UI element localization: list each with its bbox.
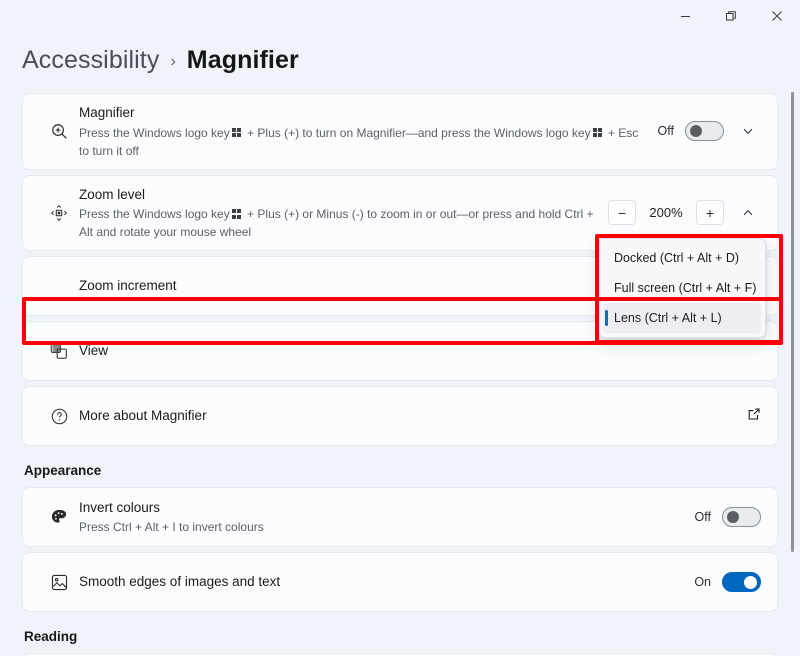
external-link-icon: [747, 407, 761, 426]
settings-content: Magnifier Press the Windows logo key + P…: [0, 93, 800, 656]
section-heading-appearance: Appearance: [24, 463, 778, 478]
view-option-full-screen[interactable]: Full screen (Ctrl + Alt + F): [603, 273, 761, 303]
minimize-button[interactable]: [662, 0, 708, 32]
card-magnifier: Magnifier Press the Windows logo key + P…: [22, 93, 778, 170]
invert-colours-toggle[interactable]: [722, 507, 761, 527]
row-smooth-edges[interactable]: Smooth edges of images and text On: [23, 553, 777, 611]
breadcrumb: Accessibility › Magnifier: [0, 32, 800, 93]
zoom-level-expander-chevron-up-icon[interactable]: [735, 200, 761, 226]
view-option-docked[interactable]: Docked (Ctrl + Alt + D): [603, 243, 761, 273]
magnifier-toggle[interactable]: [685, 121, 724, 141]
zoom-increment-button[interactable]: +: [696, 200, 724, 225]
windows-key-glyph: [232, 128, 242, 138]
row-magnifier-title: Magnifier: [79, 103, 642, 123]
card-invert-colours: Invert colours Press Ctrl + Alt + I to i…: [22, 487, 778, 547]
row-zoom-level-title: Zoom level: [79, 185, 598, 205]
view-option-lens[interactable]: Lens (Ctrl + Alt + L): [603, 303, 761, 333]
zoom-level-icon: [39, 203, 79, 223]
toggle-knob: [690, 125, 702, 137]
palette-icon: [39, 507, 79, 527]
toggle-knob: [727, 511, 739, 523]
smooth-edges-toggle[interactable]: [722, 572, 761, 592]
restore-icon: [725, 10, 737, 22]
close-icon: [771, 10, 783, 22]
title-bar: [0, 0, 800, 32]
magnifier-plus-icon: [39, 122, 79, 141]
row-invert-colours-description: Press Ctrl + Alt + I to invert colours: [79, 518, 639, 536]
close-button[interactable]: [754, 0, 800, 32]
image-icon: [39, 573, 79, 592]
row-invert-colours[interactable]: Invert colours Press Ctrl + Alt + I to i…: [23, 488, 777, 546]
row-more-about-magnifier-title: More about Magnifier: [79, 406, 737, 426]
zoom-decrement-button[interactable]: −: [608, 200, 636, 225]
invert-colours-toggle-label: Off: [689, 510, 711, 524]
card-more-about-magnifier: More about Magnifier: [22, 386, 778, 446]
card-smooth-edges: Smooth edges of images and text On: [22, 552, 778, 612]
help-circle-icon: [39, 407, 79, 426]
view-lens-icon: [39, 341, 79, 361]
smooth-edges-toggle-label: On: [689, 575, 711, 589]
windows-key-glyph: [593, 128, 603, 138]
toggle-knob: [744, 576, 757, 589]
magnifier-expander-chevron-down-icon[interactable]: [735, 118, 761, 144]
page-title: Magnifier: [187, 46, 299, 75]
row-view-title: View: [79, 341, 751, 361]
row-magnifier[interactable]: Magnifier Press the Windows logo key + P…: [23, 94, 777, 169]
section-heading-reading: Reading: [24, 629, 778, 644]
minimize-icon: [680, 11, 691, 22]
windows-key-glyph: [232, 209, 242, 219]
breadcrumb-separator-icon: ›: [170, 50, 175, 71]
row-invert-colours-title: Invert colours: [79, 498, 679, 518]
magnifier-toggle-label: Off: [652, 124, 674, 138]
view-options-flyout[interactable]: Docked (Ctrl + Alt + D) Full screen (Ctr…: [598, 238, 766, 338]
row-magnifier-description: Press the Windows logo key + Plus (+) to…: [79, 124, 639, 160]
row-smooth-edges-title: Smooth edges of images and text: [79, 572, 679, 592]
breadcrumb-parent-accessibility[interactable]: Accessibility: [22, 46, 159, 75]
vertical-scrollbar[interactable]: [791, 92, 794, 552]
row-zoom-level-description: Press the Windows logo key + Plus (+) or…: [79, 205, 598, 241]
row-more-about-magnifier[interactable]: More about Magnifier: [23, 387, 777, 445]
restore-button[interactable]: [708, 0, 754, 32]
zoom-level-value: 200%: [647, 205, 685, 220]
